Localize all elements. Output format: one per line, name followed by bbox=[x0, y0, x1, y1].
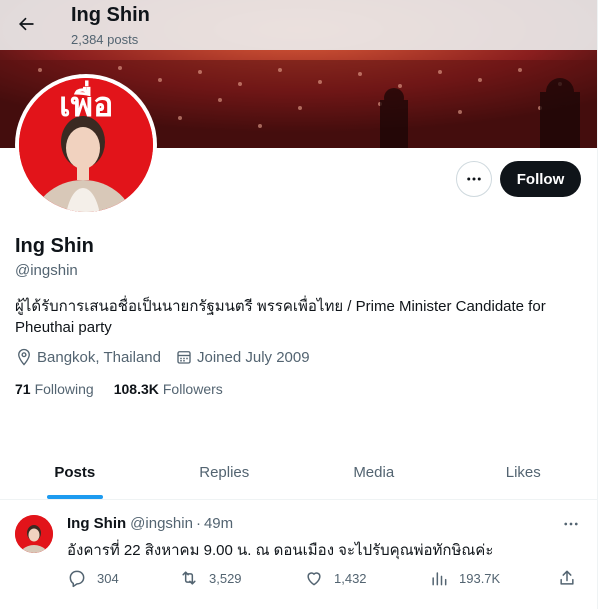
location-pin-icon bbox=[18, 348, 30, 366]
header-title: Ing Shin bbox=[71, 4, 150, 26]
calendar-icon bbox=[177, 351, 191, 364]
following-link[interactable]: 71 Following bbox=[15, 381, 94, 397]
views-chart-icon bbox=[432, 572, 447, 586]
tab-posts[interactable]: Posts bbox=[0, 446, 150, 499]
avatar-image: เพื่อ bbox=[19, 78, 153, 212]
profile-tabs: Posts Replies Media Likes bbox=[0, 446, 598, 500]
tab-label: Media bbox=[353, 464, 395, 481]
tab-media[interactable]: Media bbox=[299, 446, 449, 499]
tweet-separator: · bbox=[195, 515, 201, 532]
followers-count: 108.3K bbox=[113, 381, 159, 397]
profile-header-bar: Ing Shin 2,384 posts bbox=[0, 0, 598, 50]
tab-likes[interactable]: Likes bbox=[449, 446, 598, 499]
profile-handle: @ingshin bbox=[15, 262, 78, 279]
tweet-item[interactable]: Ing Shin @ingshin · 49m อังคารที่ 22 สิง… bbox=[0, 501, 598, 609]
joined-text: Joined July 2009 bbox=[196, 348, 310, 366]
tweet-text: อังคารที่ 22 สิงหาคม 9.00 น. ณ ดอนเมือง … bbox=[67, 542, 494, 559]
share-button[interactable] bbox=[557, 568, 587, 588]
reply-button[interactable]: 304 bbox=[67, 568, 119, 588]
tweet-timestamp[interactable]: 49m bbox=[204, 515, 233, 532]
location-text: Bangkok, Thailand bbox=[37, 348, 161, 366]
heart-icon bbox=[307, 572, 321, 586]
tweet-avatar[interactable] bbox=[15, 515, 53, 553]
active-tab-indicator bbox=[46, 495, 103, 499]
tab-replies[interactable]: Replies bbox=[150, 446, 300, 499]
more-horizontal-icon bbox=[467, 177, 481, 181]
like-count: 1,432 bbox=[334, 570, 367, 586]
tab-label: Likes bbox=[505, 464, 541, 481]
joined-item: Joined July 2009 bbox=[175, 348, 310, 366]
views-button[interactable]: 193.7K bbox=[429, 568, 500, 588]
profile-avatar[interactable]: เพื่อ bbox=[15, 74, 157, 216]
tweet-author-name[interactable]: Ing Shin bbox=[67, 515, 126, 532]
tweet-more-button[interactable] bbox=[560, 513, 582, 535]
tab-label: Posts bbox=[54, 464, 96, 481]
share-icon bbox=[560, 570, 574, 585]
profile-name: Ing Shin bbox=[15, 235, 94, 257]
reply-count: 304 bbox=[97, 570, 119, 586]
profile-meta: Bangkok, Thailand Joined July 2009 bbox=[15, 348, 324, 366]
repost-count: 3,529 bbox=[209, 570, 242, 586]
location-item: Bangkok, Thailand bbox=[15, 348, 161, 366]
arrow-left-icon bbox=[19, 17, 34, 31]
repost-button[interactable]: 3,529 bbox=[179, 568, 242, 588]
more-options-button[interactable] bbox=[456, 161, 492, 197]
tab-label: Replies bbox=[199, 464, 250, 481]
reply-icon bbox=[69, 570, 85, 588]
tweet-author-handle[interactable]: @ingshin bbox=[130, 515, 193, 532]
follow-button[interactable]: Follow bbox=[500, 161, 581, 197]
tweet-header: Ing Shin @ingshin · 49m bbox=[67, 515, 233, 532]
following-count: 71 bbox=[15, 381, 31, 397]
back-button[interactable] bbox=[10, 8, 42, 40]
repost-icon bbox=[182, 571, 196, 585]
like-button[interactable]: 1,432 bbox=[304, 568, 367, 588]
followers-label: Followers bbox=[162, 381, 223, 397]
following-label: Following bbox=[34, 381, 94, 397]
profile-bio: ผู้ได้รับการเสนอชื่อเป็นนายกรัฐมนตรี พรร… bbox=[15, 298, 546, 336]
tweet-actions: 304 3,529 1,432 193.7K bbox=[67, 568, 587, 590]
follow-stats: 71 Following 108.3K Followers bbox=[15, 381, 243, 397]
post-count: 2,384 posts bbox=[71, 32, 139, 47]
views-count: 193.7K bbox=[459, 570, 501, 586]
followers-link[interactable]: 108.3K Followers bbox=[114, 381, 223, 397]
more-horizontal-icon bbox=[564, 522, 578, 526]
